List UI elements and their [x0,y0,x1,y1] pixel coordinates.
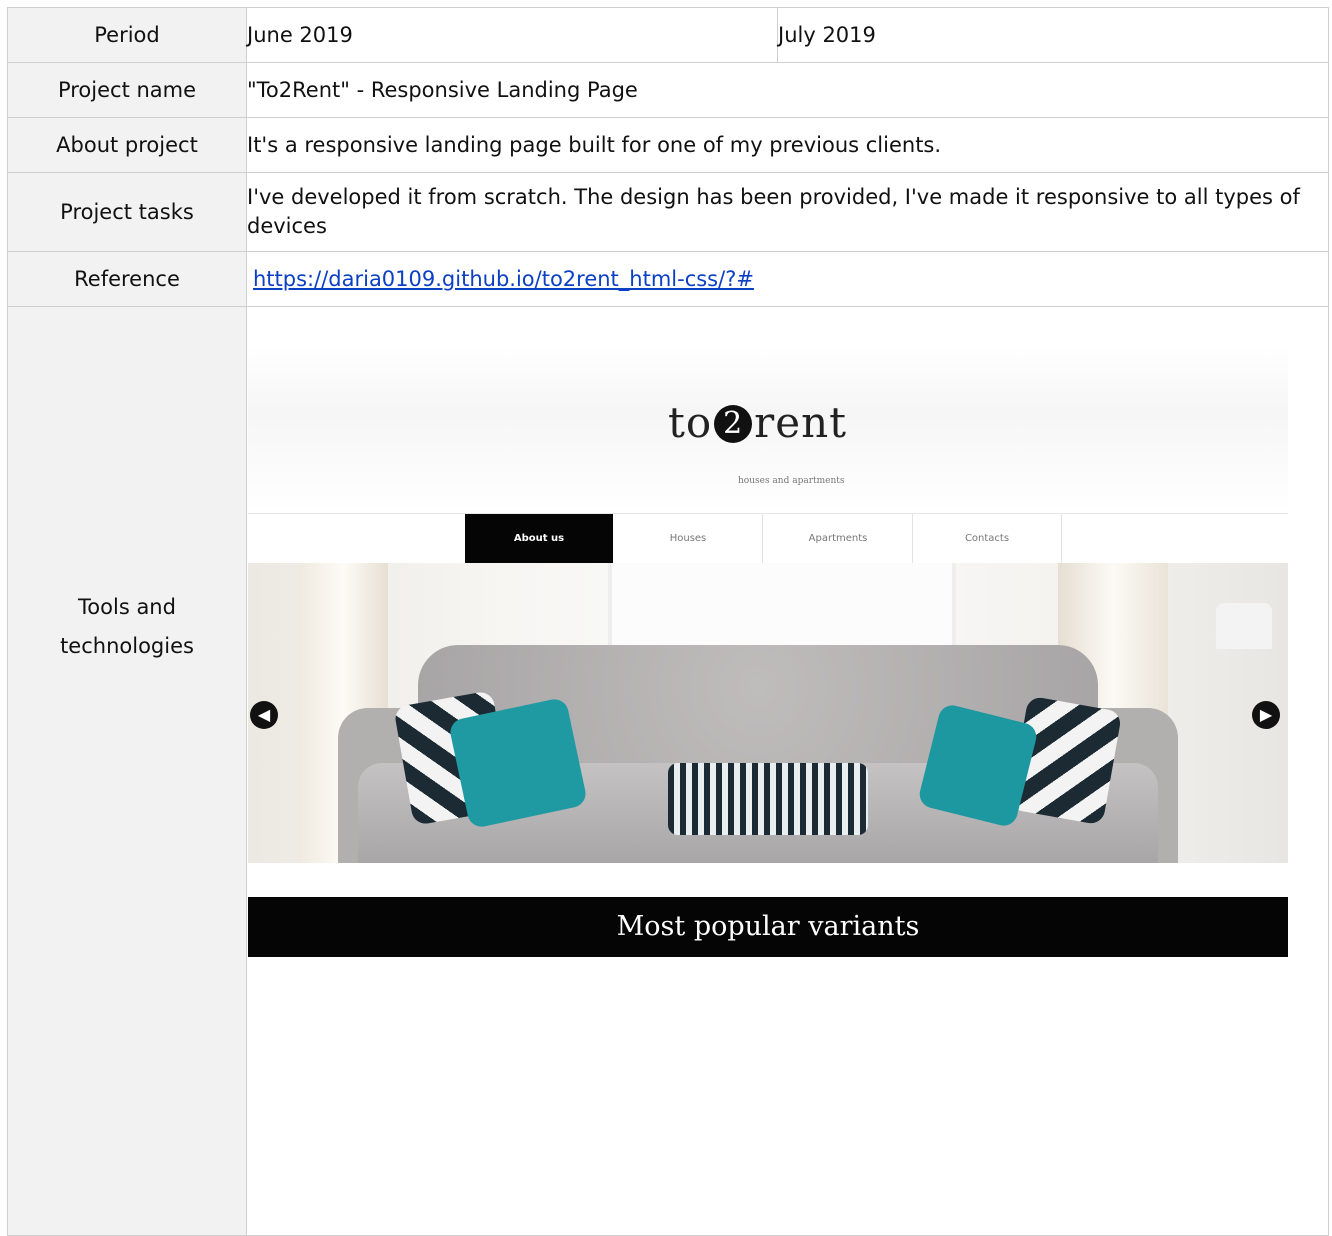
tools-label: Tools and technologies [7,306,247,1236]
reference-cell: https://daria0109.github.io/to2rent_html… [246,251,1329,307]
row-period: Period June 2019 July 2019 [7,7,1329,63]
row-project-name: Project name "To2Rent" - Responsive Land… [7,62,1329,118]
tasks-value: I've developed it from scratch. The desi… [246,172,1329,252]
row-about: About project It's a responsive landing … [7,117,1329,173]
project-table: Period June 2019 July 2019 Project name … [7,7,1329,1236]
row-tools: Tools and technologies to 2 rent houses an… [7,306,1329,1236]
site-header: to 2 rent houses and apartments [248,345,1288,513]
row-reference: Reference https://daria0109.github.io/to… [7,251,1329,307]
nav-apartments: Apartments [764,514,913,564]
site-nav: About us Houses Apartments Contacts [248,513,1288,565]
reference-link[interactable]: https://daria0109.github.io/to2rent_html… [253,267,754,291]
logo-circle: 2 [714,405,753,443]
tasks-label: Project tasks [7,172,247,252]
site-tagline: houses and apartments [738,476,845,486]
nav-houses: Houses [614,514,763,564]
nav-about-us: About us [465,514,613,564]
period-start: June 2019 [246,7,778,63]
hero-pillow-patterned [668,763,868,835]
period-label: Period [7,7,247,63]
arrow-right-icon: ▶ [1252,701,1280,729]
tools-label-line1: Tools and [78,595,176,619]
site-logo: to 2 rent [668,402,847,444]
landing-page-screenshot: to 2 rent houses and apartments About us H… [248,345,1288,957]
popular-variants-heading: Most popular variants [248,897,1288,957]
reference-label: Reference [7,251,247,307]
hero-image: ◀ ▶ [248,563,1288,863]
project-name-value: "To2Rent" - Responsive Landing Page [246,62,1329,118]
project-name-label: Project name [7,62,247,118]
logo-text-right: rent [754,398,848,447]
hero-lamp [1216,603,1272,649]
about-value: It's a responsive landing page built for… [246,117,1329,173]
period-end: July 2019 [777,7,1329,63]
about-label: About project [7,117,247,173]
arrow-left-icon: ◀ [250,701,278,729]
tools-label-line2: technologies [60,634,194,658]
tools-screenshot-cell: to 2 rent houses and apartments About us H… [246,306,1329,1236]
logo-text-left: to [668,398,713,447]
row-tasks: Project tasks I've developed it from scr… [7,172,1329,252]
nav-contacts: Contacts [913,514,1062,564]
